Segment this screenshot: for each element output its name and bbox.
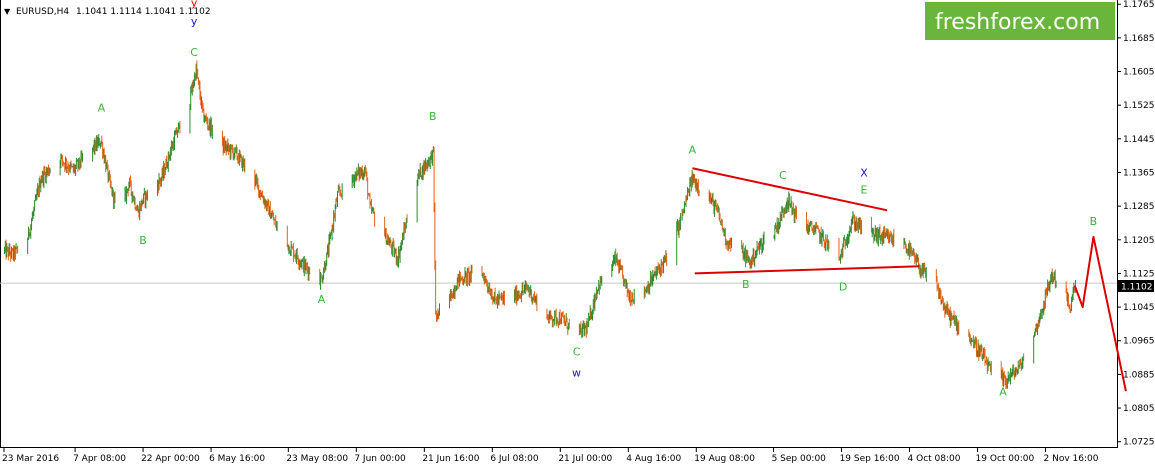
wave-label: B xyxy=(1090,215,1098,228)
wave-label: C xyxy=(573,345,581,358)
y-tick-label: 1.1205 xyxy=(1123,236,1155,246)
wave-label: E xyxy=(860,184,867,197)
y-tick-label: 1.0725 xyxy=(1123,438,1155,448)
chart-header: ▼ EURUSD,H4 1.1041 1.1114 1.1041 1.1102 xyxy=(4,7,211,17)
wave-label: A xyxy=(98,101,106,114)
x-tick-label: 7 Apr 08:00 xyxy=(73,454,126,464)
wave-label: y xyxy=(191,15,198,28)
wave-label: A xyxy=(318,293,326,306)
x-axis: 23 Mar 2016 7 Apr 08:00 22 Apr 00:00 6 May … xyxy=(2,448,1099,464)
current-price-tag-text: 1.1102 xyxy=(1121,283,1153,293)
y-tick-label: 1.1285 xyxy=(1123,202,1155,212)
header-symbol: EURUSD,H4 xyxy=(16,7,69,17)
y-tick-label: 1.1125 xyxy=(1123,269,1155,279)
wave-label: B xyxy=(139,234,147,247)
y-tick-label: 1.1365 xyxy=(1123,168,1155,178)
y-tick-label: 1.1685 xyxy=(1123,34,1155,44)
y-tick-label: 1.0805 xyxy=(1123,404,1155,414)
brand-badge-text: freshforex.com xyxy=(935,10,1100,35)
x-tick-label: 6 Jul 08:00 xyxy=(490,454,539,464)
plot-background xyxy=(0,0,1117,448)
y-tick-label: 1.1765 xyxy=(1123,0,1155,10)
y-tick-label: 1.1525 xyxy=(1123,101,1155,111)
x-tick-label: 7 Jun 00:00 xyxy=(354,454,406,464)
x-tick-label: 19 Oct 00:00 xyxy=(976,454,1035,464)
y-tick-label: 1.1045 xyxy=(1123,303,1155,313)
wave-label: X xyxy=(860,167,868,180)
x-tick-label: 19 Sep 16:00 xyxy=(840,454,900,464)
x-tick-label: 4 Aug 16:00 xyxy=(626,454,681,464)
wave-label: B xyxy=(742,278,750,291)
x-tick-label: 21 Jun 16:00 xyxy=(422,454,479,464)
x-tick-label: 6 May 16:00 xyxy=(209,454,265,464)
wave-label: B xyxy=(429,110,437,123)
x-tick-label: 2 Nov 16:00 xyxy=(1044,454,1099,464)
x-tick-label: 19 Aug 08:00 xyxy=(694,454,755,464)
wave-label: w xyxy=(572,366,581,379)
wave-label: C xyxy=(190,46,198,59)
y-axis: 1.1765 1.1685 1.1605 1.1525 1.1445 1.1365 1.12… xyxy=(1117,0,1155,448)
x-tick-label: 21 Jul 00:00 xyxy=(558,454,612,464)
price-chart[interactable]: yyCABABCwABCDXEAB 1.17651.16851.16051.15… xyxy=(0,0,1155,468)
y-tick-label: 1.1605 xyxy=(1123,68,1155,78)
header-ohlc: 1.1041 1.1114 1.1041 1.1102 xyxy=(76,7,211,17)
y-tick-label: 1.0885 xyxy=(1123,370,1155,380)
x-tick-label: 22 Apr 00:00 xyxy=(141,454,200,464)
x-tick-label: 5 Sep 00:00 xyxy=(772,454,827,464)
brand-badge[interactable]: freshforex.com xyxy=(925,2,1115,40)
x-tick-label: 23 May 08:00 xyxy=(286,454,348,464)
wave-label: A xyxy=(689,144,697,157)
x-tick-label: 23 Mar 2016 xyxy=(2,454,59,464)
current-price-tag: 1.1102 xyxy=(1118,280,1154,293)
wave-label: D xyxy=(839,280,847,293)
header-arrow-icon: ▼ xyxy=(4,7,11,16)
x-tick-label: 4 Oct 08:00 xyxy=(908,454,961,464)
y-tick-label: 1.1445 xyxy=(1123,135,1155,145)
wave-label: A xyxy=(999,385,1007,398)
y-tick-label: 1.0965 xyxy=(1123,337,1155,347)
wave-label: C xyxy=(779,169,787,182)
